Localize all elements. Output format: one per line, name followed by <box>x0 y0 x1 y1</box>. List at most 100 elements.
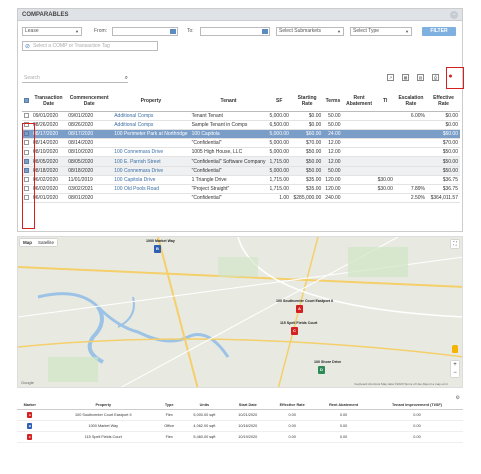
select-all-header[interactable] <box>22 91 31 112</box>
table-row[interactable]: 08/10/2020 08/10/2020 100 Connemara Drive 1… <box>22 147 460 158</box>
from-date-input[interactable] <box>112 27 178 36</box>
table-cell[interactable]: Additional Comps <box>112 120 190 130</box>
column-header[interactable]: Starting Rate <box>290 91 324 112</box>
gear-icon[interactable]: ⚙ <box>456 395 460 401</box>
select-all-checkbox[interactable] <box>24 97 29 103</box>
to-date-input[interactable] <box>200 27 270 36</box>
table-cell: 5,000.00 <box>267 138 291 149</box>
table-cell: 5,000.00 <box>267 129 291 140</box>
chevron-down-icon: ▼ <box>337 29 341 34</box>
column-header[interactable]: Rent Abatement <box>342 91 376 112</box>
map-marker-b[interactable]: B <box>154 245 161 253</box>
column-header[interactable]: Terms <box>323 91 343 112</box>
table-row[interactable]: 06/01/2020 08/01/2020 "Confidential" 1.00 $2… <box>22 193 460 204</box>
print-icon[interactable]: ⎙ <box>432 74 439 81</box>
comp-type-select[interactable]: Lease ▼ <box>22 27 82 36</box>
marker-icon[interactable]: A <box>27 411 33 418</box>
table-row[interactable]: 08/05/2020 08/05/2020 100 E. Parrish Stree… <box>22 156 460 167</box>
fullscreen-icon[interactable]: ⛶ <box>451 240 459 248</box>
table-cell[interactable] <box>112 193 190 204</box>
table-cell[interactable]: 100 E. Parrish Street <box>112 156 190 167</box>
export-icon[interactable]: ↗ <box>387 74 394 81</box>
tab-map[interactable]: Map <box>20 239 35 246</box>
table-row[interactable]: 08/26/2020 08/26/2020 Additional Comps Samp… <box>22 120 460 130</box>
highlight-box <box>446 67 464 89</box>
marker-icon[interactable]: C <box>27 433 33 440</box>
column-header[interactable]: SF <box>267 91 291 112</box>
table-row[interactable]: 09/01/2020 09/01/2020 Additional Comps Tena… <box>22 111 460 121</box>
table-cell: 240.00 <box>323 193 343 204</box>
column-header[interactable]: Commencement Date <box>66 91 113 112</box>
from-label: From: <box>94 28 108 34</box>
submarket-select[interactable]: Select Submarkets ▼ <box>276 27 344 36</box>
marker-icon[interactable]: B <box>27 422 33 429</box>
column-header[interactable]: Start Date <box>227 402 269 410</box>
table-cell: 08/17/2020 <box>66 129 113 140</box>
collapse-icon[interactable]: − <box>450 10 458 19</box>
column-header[interactable]: Effective Rate <box>427 91 460 112</box>
table-row[interactable]: 08/18/2020 08/18/2020 100 Connemara Drive "… <box>22 166 460 176</box>
calendar-icon[interactable] <box>262 29 268 34</box>
table-cell <box>342 184 376 195</box>
result-cell <box>42 420 50 432</box>
map-view[interactable]: Map Satellite ⛶ + − 1000 Market Way B 10… <box>17 236 463 388</box>
column-header[interactable]: Property <box>112 91 190 112</box>
column-header[interactable] <box>42 402 50 410</box>
column-header[interactable]: TI <box>375 91 395 112</box>
table-cell: "Confidential" <box>189 138 268 149</box>
map-marker-d[interactable]: D <box>318 366 325 374</box>
result-row[interactable]: A 100 Southcenter Court Eastport II Flex 5,… <box>17 409 463 421</box>
table-row[interactable]: 06/02/2020 03/02/2021 100 Old Pools Road "P… <box>22 184 460 195</box>
zoom-out-button[interactable]: − <box>451 369 459 377</box>
column-header[interactable]: Rent Abatement <box>316 402 371 410</box>
zoom-in-button[interactable]: + <box>451 361 459 369</box>
table-cell: 5,000.00 <box>267 147 291 158</box>
street-view-pegman-icon[interactable] <box>452 345 458 353</box>
marker-label: 100 Southcenter Court Eastport II <box>276 299 334 303</box>
result-row[interactable]: B 1000 Market Way Office 4,062.00 sqft 10/16… <box>17 420 463 432</box>
table-cell: 2.50% <box>394 193 428 204</box>
table-cell: 08/14/2020 <box>66 138 113 149</box>
table-row[interactable]: 06/02/2020 11/01/2019 100 Capitola Drive 1 … <box>22 175 460 186</box>
search-input[interactable]: Search ⌕ <box>22 74 128 83</box>
column-header[interactable]: Type <box>156 402 182 410</box>
map-marker-a[interactable]: A <box>296 305 303 313</box>
filter-button[interactable]: FILTER <box>422 27 456 36</box>
column-header[interactable]: Units <box>181 402 228 410</box>
column-header[interactable]: Marker <box>17 402 43 410</box>
table-cell: 08/10/2020 <box>66 147 113 158</box>
column-header[interactable]: Effective Rate <box>268 402 317 410</box>
table-cell: $50.00 <box>427 166 460 176</box>
column-header[interactable]: Transaction Date <box>31 91 67 112</box>
row-checkbox-cell <box>22 111 31 121</box>
marker-label: 1000 Market Way <box>146 239 175 243</box>
excel-icon[interactable]: ▤ <box>417 74 424 81</box>
table-cell[interactable]: 100 Connemara Drive <box>112 147 190 158</box>
tab-satellite[interactable]: Satellite <box>35 239 57 246</box>
column-header[interactable]: Tenant <box>189 91 268 112</box>
table-header-row: Transaction Date Commencement Date Propert… <box>22 91 460 112</box>
table-row[interactable]: 08/17/2020 08/17/2020 100 Perimeter Park a… <box>22 129 460 140</box>
type-select[interactable]: Select Type ▼ <box>350 27 412 36</box>
table-cell[interactable]: 100 Old Pools Road <box>112 184 190 195</box>
column-header[interactable]: Escalation Rate <box>394 91 428 112</box>
table-cell: 08/10/2020 <box>31 147 67 158</box>
column-header[interactable]: Tenant Improvement (TI/SF) <box>370 402 463 410</box>
column-header[interactable]: Property <box>49 402 157 410</box>
result-row[interactable]: C 115 Spell Fields Court Flex 5,460.00 sqft… <box>17 431 463 443</box>
table-row[interactable]: 08/14/2020 08/14/2020 "Confidential" 5,000.… <box>22 138 460 149</box>
row-checkbox[interactable] <box>24 112 29 118</box>
results-header-row: Marker Property Type Units Start Date Effecti… <box>17 402 463 410</box>
columns-icon[interactable]: ▦ <box>402 74 409 81</box>
calendar-icon[interactable] <box>170 29 176 34</box>
tag-select[interactable]: ⊘ Select a COMP or Transaction Tag <box>22 41 158 51</box>
table-cell[interactable] <box>112 138 190 149</box>
table-cell <box>375 193 395 204</box>
table-cell[interactable]: 100 Capitola Drive <box>112 175 190 186</box>
table-cell[interactable]: 100 Connemara Drive <box>112 166 190 176</box>
search-icon[interactable]: ⌕ <box>125 74 128 82</box>
result-cell: 0.00 <box>268 409 317 421</box>
map-marker-c[interactable]: C <box>291 327 298 335</box>
table-cell[interactable]: Additional Comps <box>112 111 190 121</box>
table-cell[interactable]: 100 Perimeter Park at Northridge <box>112 129 190 140</box>
